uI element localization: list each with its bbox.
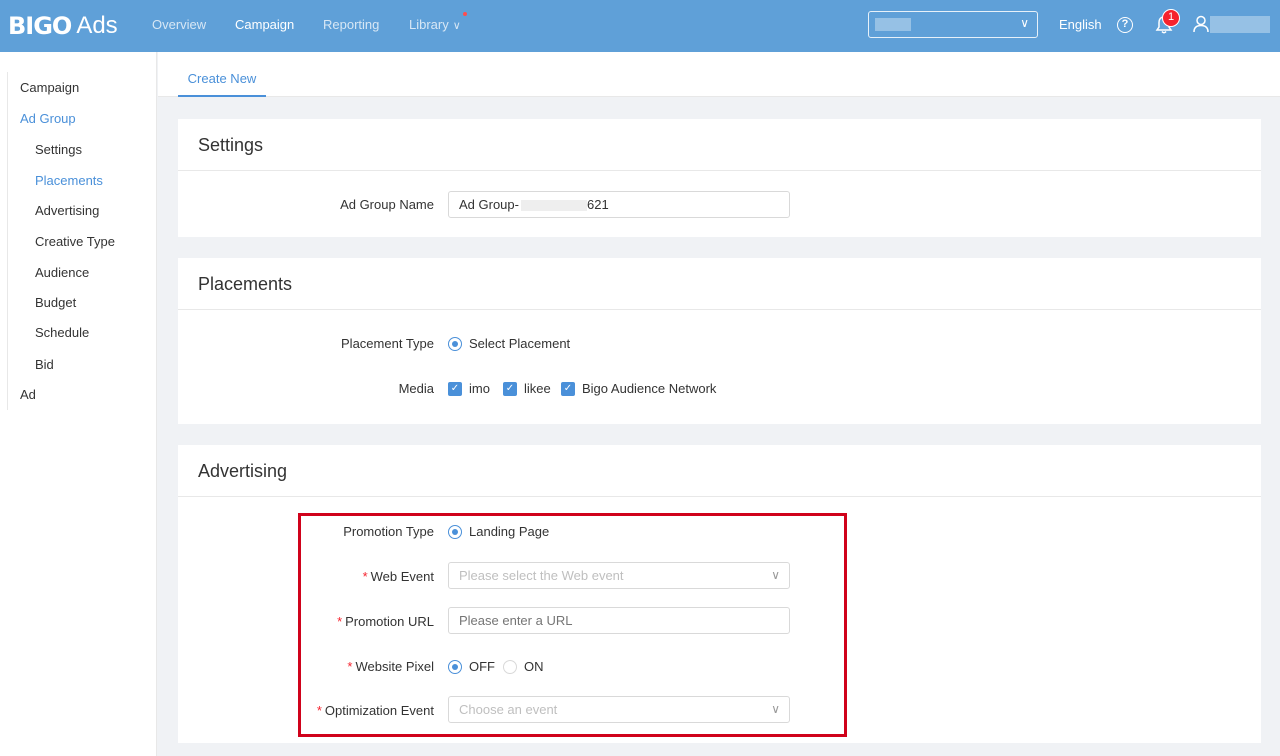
help-icon[interactable]: ? <box>1117 17 1133 33</box>
media-imo-label: imo <box>469 381 490 396</box>
redacted-name-part <box>520 200 587 212</box>
optimization-event-select[interactable]: Choose an event ∨ <box>448 696 790 723</box>
tab-create-new[interactable]: Create New <box>178 52 266 97</box>
ad-group-name-label: Ad Group Name <box>340 197 434 212</box>
promotion-url-input[interactable] <box>448 607 790 634</box>
nav-reporting[interactable]: Reporting <box>323 17 379 32</box>
bigo-ads-logo[interactable]: BIGO Ads <box>8 10 118 42</box>
sidebar-item-ad-group[interactable]: Ad Group <box>20 111 76 126</box>
media-label: Media <box>398 381 434 396</box>
promotion-url-label-text: Promotion URL <box>345 614 434 629</box>
placement-type-value: Select Placement <box>469 336 571 351</box>
web-event-select[interactable]: Please select the Web event ∨ <box>448 562 790 589</box>
chevron-down-icon: ∨ <box>771 568 780 582</box>
website-pixel-off-radio[interactable] <box>448 660 462 674</box>
media-likee-checkbox[interactable]: ✓ <box>503 382 517 396</box>
media-likee-label: likee <box>524 381 551 396</box>
chevron-down-icon: ∨ <box>452 20 461 32</box>
user-icon[interactable] <box>1193 15 1209 33</box>
required-mark: * <box>337 614 343 629</box>
promotion-type-radio[interactable] <box>448 525 462 539</box>
sidebar-item-audience[interactable]: Audience <box>35 265 89 280</box>
placement-type-label: Placement Type <box>341 336 434 351</box>
advertising-title: Advertising <box>178 445 1261 497</box>
account-select[interactable]: ∨ <box>868 11 1038 38</box>
website-pixel-label: * Website Pixel <box>234 659 434 674</box>
media-bigo-audience-network-label: Bigo Audience Network <box>582 381 717 396</box>
web-event-label: * Web Event <box>234 569 434 584</box>
chevron-down-icon: ∨ <box>771 702 780 716</box>
sidebar-item-budget[interactable]: Budget <box>35 295 76 310</box>
optimization-event-placeholder: Choose an event <box>459 702 558 717</box>
logo-bigo: BIGO <box>8 12 72 40</box>
language-switch[interactable]: English <box>1059 17 1102 32</box>
ad-group-name-input[interactable]: Ad Group- 621 <box>448 191 790 218</box>
required-mark: * <box>316 703 322 718</box>
sidebar-item-settings[interactable]: Settings <box>35 142 82 157</box>
web-event-label-text: Web Event <box>370 569 434 584</box>
promotion-type-label: Promotion Type <box>343 524 434 539</box>
nav-library-label: Library <box>409 17 449 32</box>
sidebar-item-creative-type[interactable]: Creative Type <box>35 234 115 249</box>
sidebar-navigation: Campaign Ad Group Settings Placements Ad… <box>0 52 157 756</box>
logo-ads: Ads <box>76 12 118 39</box>
website-pixel-label-text: Website Pixel <box>355 659 434 674</box>
required-mark: * <box>362 569 368 584</box>
nav-library[interactable]: Library ∨ <box>409 17 461 32</box>
required-mark: * <box>347 659 353 674</box>
website-pixel-on-radio[interactable] <box>503 660 517 674</box>
optimization-event-label: * Optimization Event <box>234 703 434 718</box>
placement-type-radio[interactable] <box>448 337 462 351</box>
sidebar-rail <box>7 72 8 410</box>
media-imo-checkbox[interactable]: ✓ <box>448 382 462 396</box>
sidebar-item-ad[interactable]: Ad <box>20 387 36 402</box>
top-navigation-bar: BIGO Ads Overview Campaign Reporting Lib… <box>0 0 1280 52</box>
new-indicator-dot <box>463 12 467 16</box>
tab-bar: Create New <box>158 52 1280 97</box>
nav-overview[interactable]: Overview <box>152 17 206 32</box>
nav-campaign[interactable]: Campaign <box>235 17 294 32</box>
redacted-account-name <box>875 18 911 31</box>
optimization-event-label-text: Optimization Event <box>324 703 434 718</box>
website-pixel-on-label: ON <box>524 659 544 674</box>
web-event-placeholder: Please select the Web event <box>459 568 624 583</box>
sidebar-item-placements[interactable]: Placements <box>35 173 103 188</box>
ad-group-name-prefix: Ad Group- <box>459 197 519 212</box>
promotion-url-label: * Promotion URL <box>234 614 434 629</box>
website-pixel-off-label: OFF <box>469 659 495 674</box>
ad-group-name-suffix: 621 <box>586 197 609 212</box>
sidebar-item-bid[interactable]: Bid <box>35 357 54 372</box>
notification-count-badge: 1 <box>1162 9 1180 27</box>
settings-title: Settings <box>178 119 1261 171</box>
media-bigo-audience-network-checkbox[interactable]: ✓ <box>561 382 575 396</box>
placements-title: Placements <box>178 258 1261 310</box>
redacted-user-name <box>1210 16 1270 33</box>
settings-card: Settings <box>178 119 1261 237</box>
sidebar-item-schedule[interactable]: Schedule <box>35 325 89 340</box>
sidebar-item-campaign[interactable]: Campaign <box>20 80 79 95</box>
chevron-down-icon: ∨ <box>1020 16 1029 30</box>
promotion-type-value: Landing Page <box>469 524 550 539</box>
sidebar-item-advertising[interactable]: Advertising <box>35 203 99 218</box>
